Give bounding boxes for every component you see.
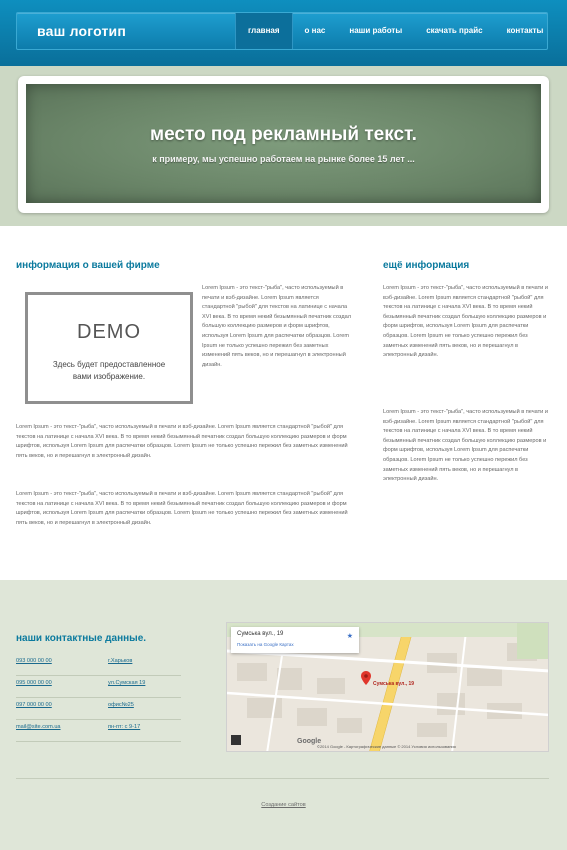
map-place-card: Сумська вул., 19 Показать на Google Карт… xyxy=(231,627,359,653)
demo-caption: Здесь будет предоставленное вами изображ… xyxy=(28,359,190,383)
main-nav: главная о нас наши работы скачать прайс … xyxy=(235,13,555,49)
site-header: ваш логотип главная о нас наши работы ск… xyxy=(0,0,567,66)
site-logo[interactable]: ваш логотип xyxy=(37,23,126,39)
copyright-link[interactable]: Создание сайтов xyxy=(0,802,567,808)
star-icon[interactable]: ★ xyxy=(347,632,353,640)
nav-item-contacts[interactable]: контакты xyxy=(495,13,556,49)
nav-item-price[interactable]: скачать прайс xyxy=(414,13,494,49)
phone-1-link[interactable]: 093 000 00 00 xyxy=(16,658,52,664)
city-text[interactable]: г.Харьков xyxy=(108,658,132,664)
map-place-title: Сумська вул., 19 xyxy=(237,631,284,637)
demo-caption-line-2: вами изображение. xyxy=(72,372,146,381)
banner-title: место под рекламный текст. xyxy=(150,124,417,145)
nav-item-about[interactable]: о нас xyxy=(293,13,338,49)
map-attribution[interactable]: ©2014 Google - Картографические данные ©… xyxy=(317,744,456,749)
office-text[interactable]: офис№25 xyxy=(108,702,134,708)
banner: место под рекламный текст. к примеру, мы… xyxy=(26,84,541,203)
more-info-title: ещё информация xyxy=(383,260,470,271)
contact-row: 097 000 00 00 офис№25 xyxy=(16,698,181,720)
banner-subtitle: к примеру, мы успешно работаем на рынке … xyxy=(152,154,415,164)
header-bar: ваш логотип главная о нас наши работы ск… xyxy=(16,12,548,50)
about-title: информация о вашей фирме xyxy=(16,260,160,271)
more-info-paragraph-2: Lorem Ipsum - это текст-"рыба", часто ис… xyxy=(383,409,548,483)
demo-caption-line-1: Здесь будет предоставленное xyxy=(52,360,166,369)
about-paragraph-1: Lorem Ipsum - это текст-"рыба", часто ис… xyxy=(16,424,348,459)
map-embed[interactable]: Сумська вул., 19 Показать на Google Карт… xyxy=(226,622,549,752)
phone-3-link[interactable]: 097 000 00 00 xyxy=(16,702,52,708)
street-text[interactable]: ул.Сумская 19 xyxy=(108,680,145,686)
contact-row: mail@site.com.ua пн-пт: с 9-17 xyxy=(16,720,181,742)
map-pin-icon[interactable] xyxy=(361,671,371,685)
about-paragraph-2: Lorem Ipsum - это текст-"рыба", часто ис… xyxy=(16,491,348,526)
contact-row: 095 000 00 00 ул.Сумская 19 xyxy=(16,676,181,698)
footer-divider xyxy=(16,778,549,779)
nav-item-works[interactable]: наши работы xyxy=(337,13,414,49)
nav-item-home[interactable]: главная xyxy=(235,13,293,49)
contact-row: 093 000 00 00 г.Харьков xyxy=(16,654,181,676)
hours-text[interactable]: пн-пт: с 9-17 xyxy=(108,724,140,730)
email-link[interactable]: mail@site.com.ua xyxy=(16,724,61,730)
demo-image: DEMO Здесь будет предоставленное вами из… xyxy=(25,292,193,404)
demo-logo: DEMO xyxy=(77,321,141,343)
contacts-title: наши контактные данные. xyxy=(16,633,147,644)
more-info-paragraph-1: Lorem Ipsum - это текст-"рыба", часто ис… xyxy=(383,285,548,359)
about-side-paragraph: Lorem Ipsum - это текст-"рыба", часто ис… xyxy=(202,285,351,368)
map-open-google-link[interactable]: Показать на Google Картах xyxy=(237,642,294,647)
map-pin-label: Сумська вул., 19 xyxy=(373,681,415,687)
map-streetview-icon[interactable] xyxy=(231,735,241,745)
phone-2-link[interactable]: 095 000 00 00 xyxy=(16,680,52,686)
